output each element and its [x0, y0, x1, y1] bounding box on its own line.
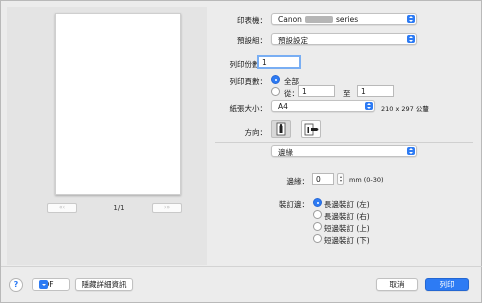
- preview-pane: «‹ 1/1 ›»: [7, 7, 207, 265]
- presets-value: 預設設定: [278, 36, 308, 45]
- pages-all-label: 全部: [284, 77, 299, 86]
- margin-unit-hint: mm (0-30): [349, 176, 384, 184]
- margin-label: 邊緣：: [286, 177, 310, 186]
- redacted-model: [304, 16, 333, 23]
- hide-details-button[interactable]: 隱藏詳細資訊: [75, 278, 133, 291]
- preview-pager: «‹ 1/1 ›»: [47, 203, 189, 217]
- margin-value: 0: [316, 175, 321, 184]
- presets-select[interactable]: 預設設定: [271, 33, 417, 45]
- section-select[interactable]: 邊緣: [271, 145, 417, 157]
- printer-value: Canon series: [278, 15, 359, 24]
- binding-radio-1[interactable]: [313, 210, 322, 219]
- binding-option-1: 長邊裝訂 (右): [324, 212, 370, 221]
- print-dialog: «‹ 1/1 ›» 印表機： Canon series 預設組： 預設設定 列印份…: [0, 0, 482, 303]
- pages-range-radio[interactable]: [271, 87, 280, 96]
- paper-size-label: 紙張大小：: [229, 104, 268, 113]
- pages-from-field[interactable]: 1: [298, 85, 335, 97]
- pages-from-value: 1: [302, 87, 307, 96]
- landscape-icon: [304, 123, 319, 136]
- binding-option-3: 短邊裝訂 (下): [324, 236, 370, 245]
- binding-radio-0[interactable]: [313, 198, 322, 207]
- page-preview: [55, 13, 181, 195]
- first-page-button[interactable]: «‹: [47, 203, 77, 213]
- binding-option-2: 短邊裝訂 (上): [324, 224, 370, 233]
- pages-all-radio[interactable]: [271, 75, 280, 84]
- print-button[interactable]: 列印: [425, 278, 469, 291]
- pages-from-label: 從：: [284, 89, 299, 98]
- landscape-button[interactable]: [301, 120, 321, 138]
- orientation-label: 方向：: [244, 128, 268, 137]
- paper-size-select[interactable]: A4: [271, 100, 375, 112]
- pages-label: 列印頁數：: [229, 77, 268, 86]
- copies-field[interactable]: 1: [257, 55, 301, 69]
- chevron-down-icon: [39, 280, 48, 289]
- margin-stepper[interactable]: [337, 173, 344, 185]
- pdf-menu-button[interactable]: PDF: [32, 278, 70, 291]
- cancel-button[interactable]: 取消: [376, 278, 418, 291]
- section-value: 邊緣: [278, 148, 293, 157]
- last-page-button[interactable]: ›»: [152, 203, 182, 213]
- binding-label: 裝訂邊：: [279, 200, 309, 209]
- pages-to-value: 1: [361, 87, 366, 96]
- chevron-updown-icon: [407, 35, 415, 43]
- binding-option-0: 長邊裝訂 (左): [324, 200, 370, 209]
- dialog-footer: ? PDF 隱藏詳細資訊 取消 列印: [1, 266, 482, 303]
- paper-size-value: A4: [278, 102, 288, 111]
- copies-value: 1: [262, 58, 267, 67]
- printer-select[interactable]: Canon series: [271, 13, 417, 25]
- chevron-updown-icon: [407, 147, 415, 155]
- pages-to-label: 至: [343, 89, 351, 98]
- portrait-button[interactable]: [271, 120, 291, 138]
- chevron-updown-icon: [365, 102, 373, 110]
- binding-radio-3[interactable]: [313, 234, 322, 243]
- paper-dimensions: 210 x 297 公釐: [381, 105, 429, 113]
- margin-field[interactable]: 0: [312, 173, 334, 185]
- pages-to-field[interactable]: 1: [357, 85, 394, 97]
- printer-label: 印表機：: [237, 16, 267, 25]
- presets-label: 預設組：: [237, 36, 267, 45]
- binding-radio-2[interactable]: [313, 222, 322, 231]
- help-button[interactable]: ?: [9, 278, 23, 292]
- portrait-icon: [276, 122, 286, 136]
- page-indicator: 1/1: [113, 204, 125, 212]
- divider: [215, 142, 473, 143]
- chevron-updown-icon: [407, 15, 415, 23]
